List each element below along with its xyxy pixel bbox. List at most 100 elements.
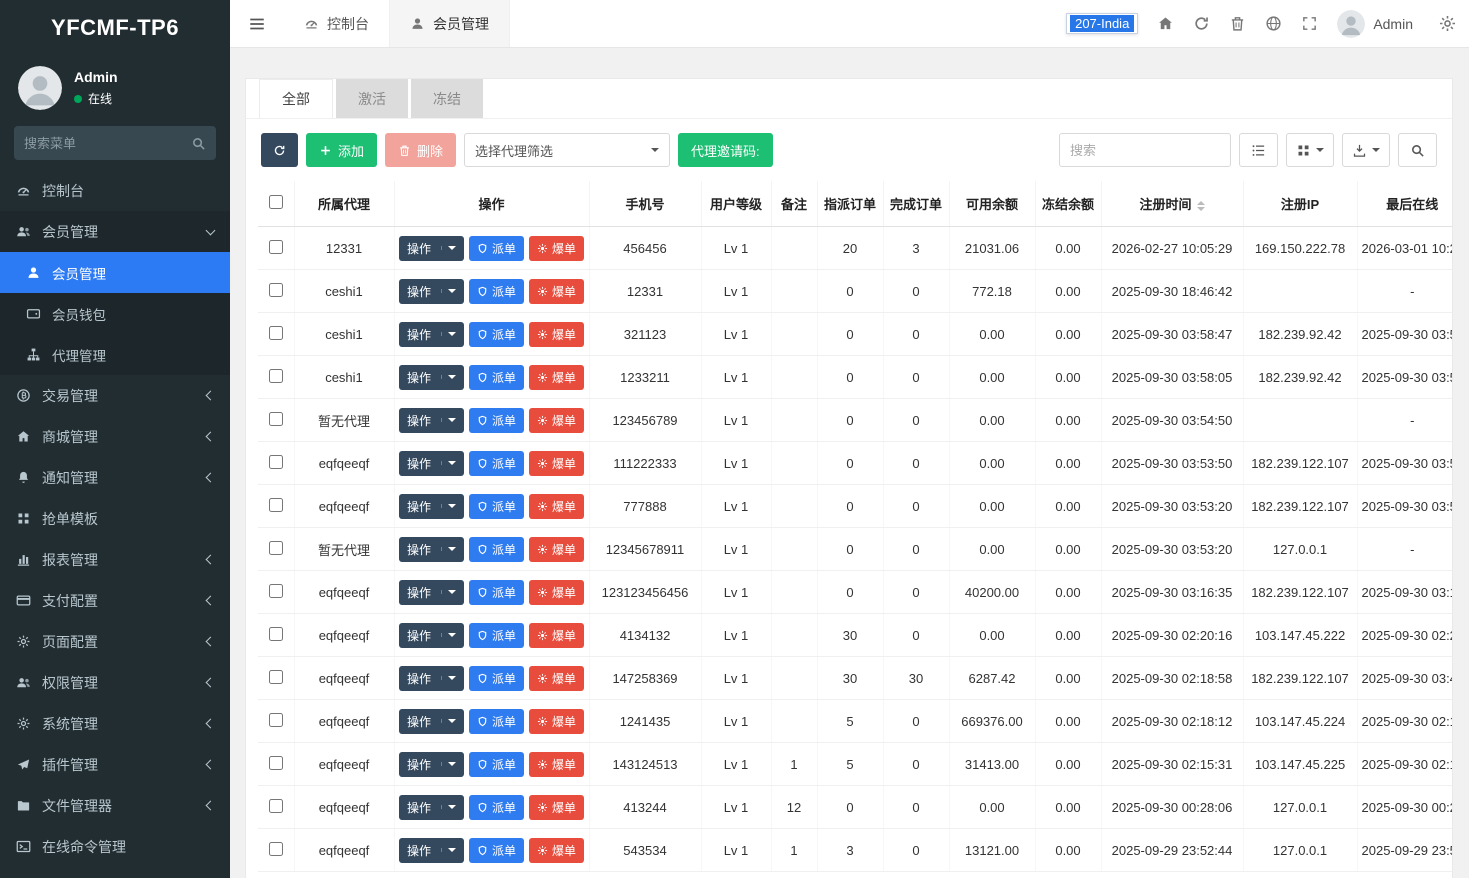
row-checkbox[interactable] — [268, 368, 283, 383]
nav-tab-member-management[interactable]: 会员管理 — [390, 0, 510, 47]
table-search-input[interactable] — [1059, 133, 1231, 167]
delete-button[interactable]: 删除 — [385, 133, 457, 167]
dispatch-order-button[interactable]: 派单 — [468, 278, 524, 304]
filter-tab-frozen[interactable]: 冻结 — [411, 79, 483, 118]
dispatch-order-button[interactable]: 派单 — [468, 665, 524, 691]
row-checkbox[interactable] — [268, 282, 283, 297]
dispatch-order-button[interactable]: 派单 — [468, 321, 524, 347]
operate-dropdown-button[interactable]: 操作 — [398, 278, 464, 304]
home-icon[interactable] — [1157, 15, 1174, 32]
dispatch-order-button[interactable]: 派单 — [468, 708, 524, 734]
burst-order-button[interactable]: 爆单 — [529, 751, 585, 777]
add-button[interactable]: 添加 — [306, 133, 378, 167]
operate-dropdown-button[interactable]: 操作 — [398, 364, 464, 390]
operate-dropdown-button[interactable]: 操作 — [398, 450, 464, 476]
dispatch-order-button[interactable]: 派单 — [468, 751, 524, 777]
sidebar-item-payment-config[interactable]: 支付配置 — [0, 580, 230, 621]
advanced-search-button[interactable] — [1398, 133, 1437, 167]
settings-gear-icon[interactable] — [1438, 14, 1457, 33]
dispatch-order-button[interactable]: 派单 — [468, 622, 524, 648]
operate-dropdown-button[interactable]: 操作 — [398, 407, 464, 433]
site-select[interactable]: 207-India — [1066, 13, 1139, 34]
sidebar-item-system[interactable]: 系统管理 — [0, 703, 230, 744]
row-checkbox[interactable] — [268, 712, 283, 727]
row-checkbox[interactable] — [268, 325, 283, 340]
row-checkbox[interactable] — [268, 626, 283, 641]
dispatch-order-button[interactable]: 派单 — [468, 579, 524, 605]
dispatch-order-button[interactable]: 派单 — [468, 235, 524, 261]
burst-order-button[interactable]: 爆单 — [529, 321, 585, 347]
sidebar-item-order-template[interactable]: 抢单模板 — [0, 498, 230, 539]
dispatch-order-button[interactable]: 派单 — [468, 364, 524, 390]
trash-icon[interactable] — [1229, 15, 1246, 32]
burst-order-button[interactable]: 爆单 — [529, 665, 585, 691]
sidebar-subitem-agent-management[interactable]: 代理管理 — [0, 334, 230, 375]
dispatch-order-button[interactable]: 派单 — [468, 794, 524, 820]
operate-dropdown-button[interactable]: 操作 — [398, 794, 464, 820]
row-checkbox[interactable] — [268, 669, 283, 684]
row-checkbox[interactable] — [268, 454, 283, 469]
burst-order-button[interactable]: 爆单 — [529, 622, 585, 648]
refresh-icon[interactable] — [1193, 15, 1210, 32]
sidebar-item-file-manager[interactable]: 文件管理器 — [0, 785, 230, 826]
burst-order-button[interactable]: 爆单 — [529, 407, 585, 433]
operate-dropdown-button[interactable]: 操作 — [398, 622, 464, 648]
operate-dropdown-button[interactable]: 操作 — [398, 708, 464, 734]
row-checkbox[interactable] — [268, 540, 283, 555]
sidebar-item-member-management[interactable]: 会员管理 — [0, 211, 230, 252]
dispatch-order-button[interactable]: 派单 — [468, 407, 524, 433]
operate-dropdown-button[interactable]: 操作 — [398, 751, 464, 777]
row-checkbox[interactable] — [268, 841, 283, 856]
filter-tab-all[interactable]: 全部 — [259, 79, 333, 118]
sidebar-item-trade[interactable]: 交易管理 — [0, 375, 230, 416]
burst-order-button[interactable]: 爆单 — [529, 364, 585, 390]
sidebar-item-online-command[interactable]: 在线命令管理 — [0, 826, 230, 867]
burst-order-button[interactable]: 爆单 — [529, 837, 585, 863]
dispatch-order-button[interactable]: 派单 — [468, 837, 524, 863]
menu-search-input[interactable] — [24, 135, 185, 151]
row-checkbox[interactable] — [268, 239, 283, 254]
sidebar-item-mall[interactable]: 商城管理 — [0, 416, 230, 457]
row-checkbox[interactable] — [268, 798, 283, 813]
sidebar-subitem-member-management[interactable]: 会员管理 — [0, 252, 230, 293]
row-checkbox[interactable] — [268, 583, 283, 598]
burst-order-button[interactable]: 爆单 — [529, 278, 585, 304]
sidebar-item-page-config[interactable]: 页面配置 — [0, 621, 230, 662]
burst-order-button[interactable]: 爆单 — [529, 450, 585, 476]
burst-order-button[interactable]: 爆单 — [529, 579, 585, 605]
dispatch-order-button[interactable]: 派单 — [468, 493, 524, 519]
operate-dropdown-button[interactable]: 操作 — [398, 665, 464, 691]
col-reg-time[interactable]: 注册时间 — [1101, 181, 1244, 227]
operate-dropdown-button[interactable]: 操作 — [398, 493, 464, 519]
sidebar-toggle-button[interactable] — [230, 0, 284, 47]
dispatch-order-button[interactable]: 派单 — [468, 536, 524, 562]
sidebar-item-dashboard[interactable]: 控制台 — [0, 170, 230, 211]
operate-dropdown-button[interactable]: 操作 — [398, 536, 464, 562]
row-checkbox[interactable] — [268, 497, 283, 512]
sidebar-item-plugins[interactable]: 插件管理 — [0, 744, 230, 785]
burst-order-button[interactable]: 爆单 — [529, 536, 585, 562]
export-button[interactable] — [1342, 133, 1390, 167]
nav-tab-dashboard[interactable]: 控制台 — [284, 0, 390, 47]
operate-dropdown-button[interactable]: 操作 — [398, 235, 464, 261]
dispatch-order-button[interactable]: 派单 — [468, 450, 524, 476]
row-checkbox[interactable] — [268, 755, 283, 770]
burst-order-button[interactable]: 爆单 — [529, 708, 585, 734]
filter-tab-active[interactable]: 激活 — [336, 79, 408, 118]
language-icon[interactable] — [1265, 15, 1282, 32]
burst-order-button[interactable]: 爆单 — [529, 235, 585, 261]
operate-dropdown-button[interactable]: 操作 — [398, 321, 464, 347]
navbar-user-menu[interactable]: Admin — [1337, 10, 1413, 38]
agent-filter-select[interactable]: 选择代理筛选 — [464, 133, 671, 167]
row-checkbox[interactable] — [268, 411, 283, 426]
agent-invite-code-button[interactable]: 代理邀请码: — [678, 133, 773, 167]
operate-dropdown-button[interactable]: 操作 — [398, 837, 464, 863]
burst-order-button[interactable]: 爆单 — [529, 493, 585, 519]
toggle-list-button[interactable] — [1239, 133, 1278, 167]
burst-order-button[interactable]: 爆单 — [529, 794, 585, 820]
refresh-button[interactable] — [261, 133, 298, 167]
sidebar-subitem-member-wallet[interactable]: 会员钱包 — [0, 293, 230, 334]
sidebar-item-report[interactable]: 报表管理 — [0, 539, 230, 580]
sidebar-item-permissions[interactable]: 权限管理 — [0, 662, 230, 703]
select-all-checkbox[interactable] — [268, 195, 283, 209]
